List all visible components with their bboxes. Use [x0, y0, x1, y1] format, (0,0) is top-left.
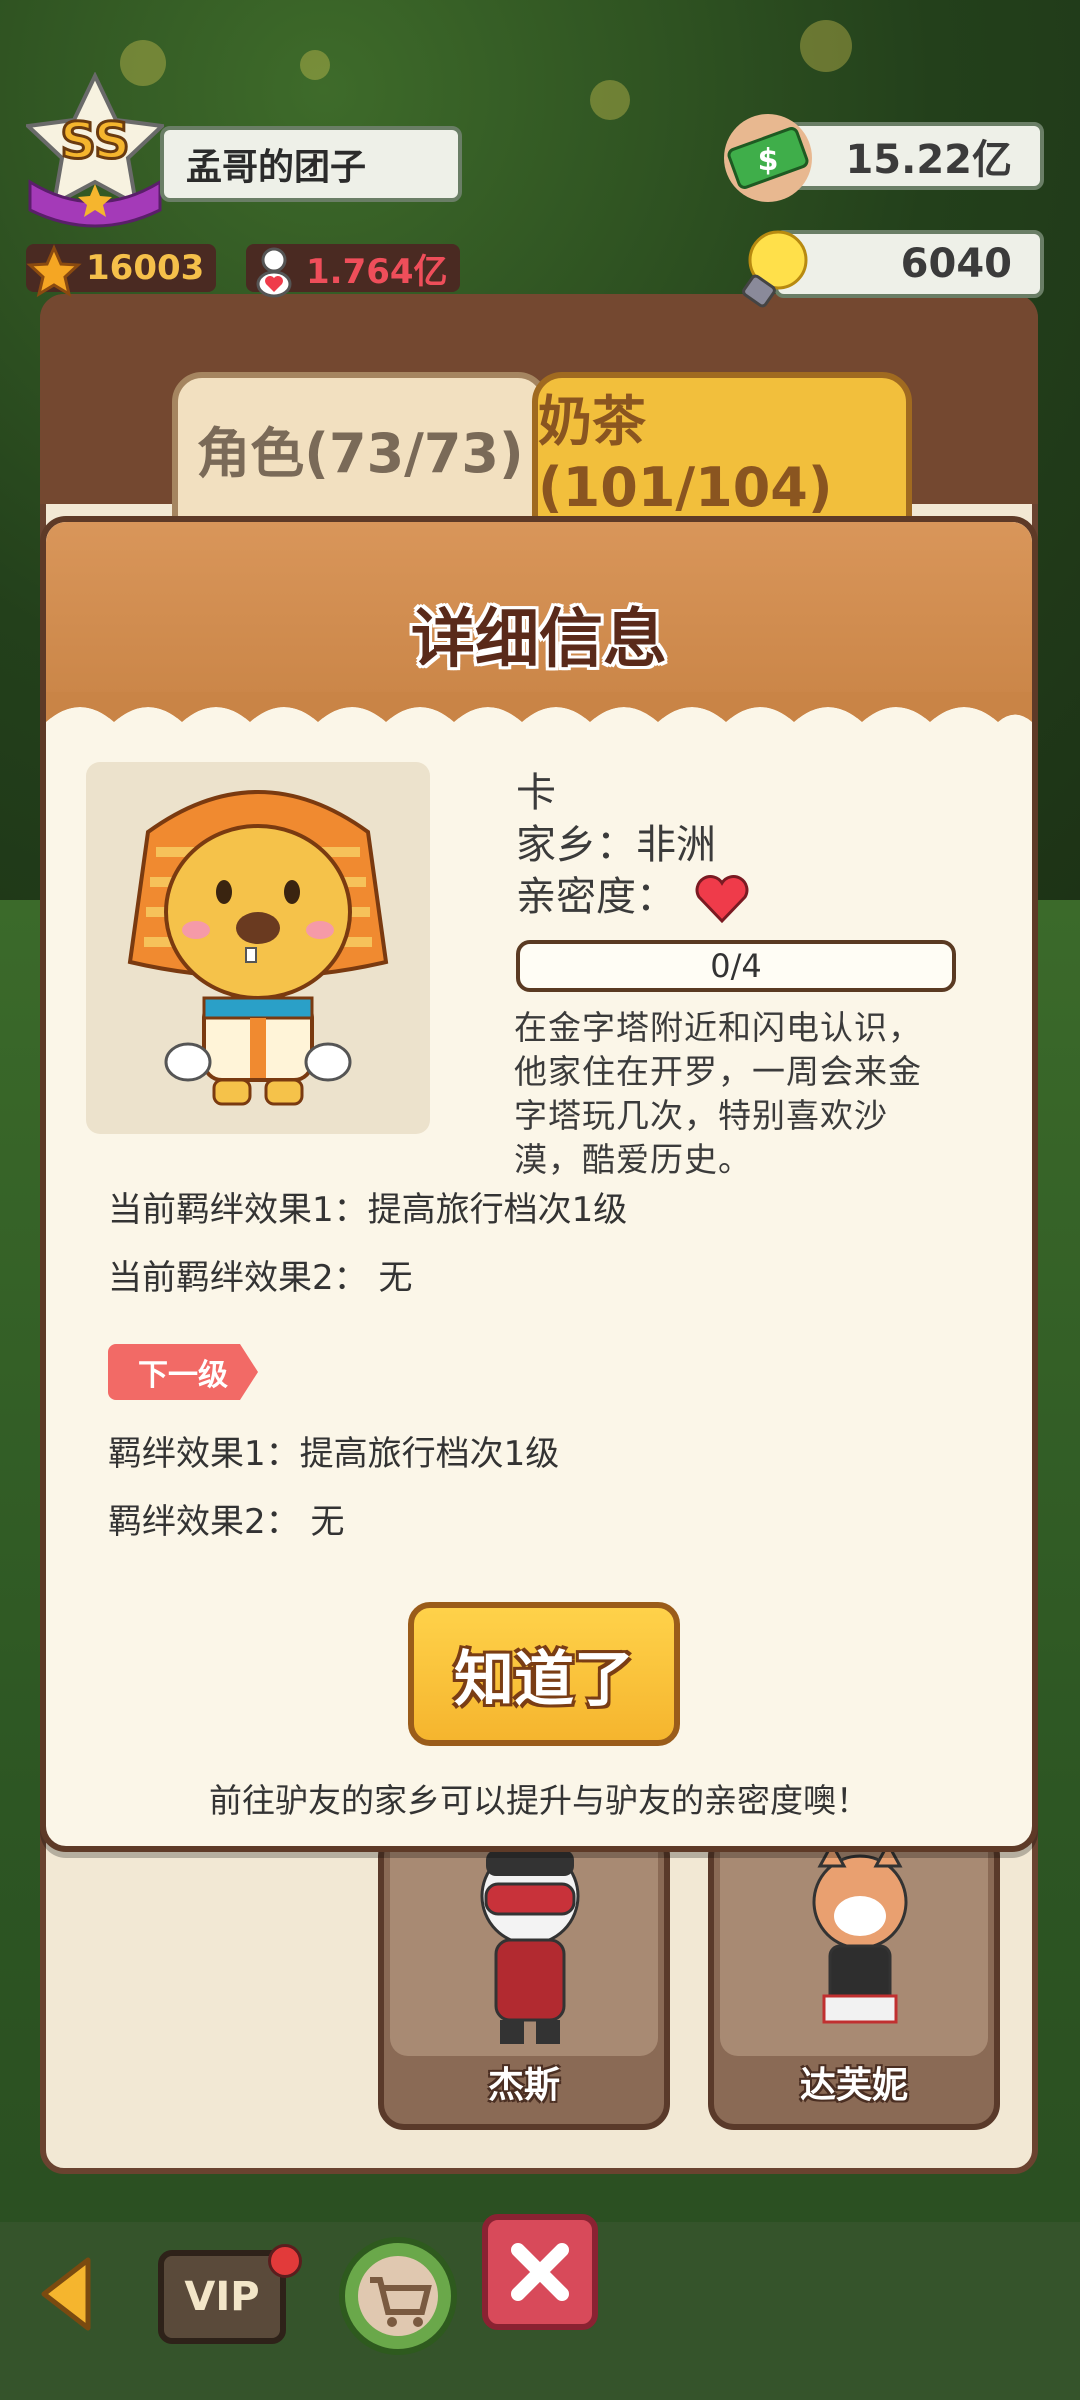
cash-icon: $ — [724, 114, 812, 202]
intimacy-row: 亲密度： — [516, 864, 751, 925]
got-it-button[interactable]: 知道了 — [408, 1602, 680, 1746]
player-name-box: 孟哥的团子 — [160, 126, 462, 202]
svg-text:$: $ — [758, 143, 779, 178]
bio-line: 漠，酷爱历史。 — [514, 1140, 752, 1179]
character-portrait — [86, 762, 430, 1134]
vip-label: VIP — [184, 2274, 260, 2320]
light-spot — [800, 20, 852, 72]
stars-stat: 16003 — [26, 240, 217, 298]
pharaoh-lion-icon — [127, 790, 389, 1106]
modal-title: 详细信息 — [411, 603, 667, 677]
card-name: 达芙妮 — [799, 2065, 908, 2106]
ideas-amount: 6040 — [900, 241, 1012, 287]
intimacy-progress-text: 0/4 — [710, 947, 762, 985]
shop-cart-icon[interactable] — [336, 2232, 460, 2362]
fans-pill: 1.764亿 — [246, 244, 460, 298]
notification-dot — [268, 2244, 302, 2278]
bio-line: 在金字塔附近和闪电认识， — [514, 1008, 922, 1047]
rank-label: SS — [60, 112, 130, 170]
intimacy-progress-bar: 0/4 — [516, 940, 956, 992]
rank-badge-icon[interactable]: SS — [26, 72, 164, 232]
heart-icon — [695, 875, 749, 924]
light-spot — [300, 50, 330, 80]
star-icon — [26, 244, 82, 298]
lightbulb-icon — [742, 230, 808, 308]
detail-modal: 详细信息 卡 家乡：非洲 亲密度： 0/4 在金字塔附近和闪电认识， 他家住在开… — [40, 516, 1038, 1852]
current-bond-effect-2: 当前羁绊效果2： 无 — [108, 1258, 413, 1298]
tab-milk-tea-label: 奶茶(101/104) — [538, 390, 833, 519]
next-level-tag: 下一级 — [108, 1344, 258, 1400]
bio-line: 字塔玩几次，特别喜欢沙 — [514, 1096, 888, 1135]
player-name: 孟哥的团子 — [186, 147, 367, 188]
next-bond-effect-2: 羁绊效果2： 无 — [108, 1502, 345, 1542]
close-icon — [511, 2243, 569, 2301]
fans-stat: 1.764亿 — [246, 240, 460, 298]
card-portrait-area — [720, 1836, 988, 2056]
modal-header-wave — [46, 692, 1032, 752]
light-spot — [590, 80, 630, 120]
tab-roles-label: 角色(73/73) — [196, 421, 524, 485]
character-bio: 在金字塔附近和闪电认识， 他家住在开罗，一周会来金 字塔玩几次，特别喜欢沙 漠，… — [514, 1006, 966, 1182]
stars-pill: 16003 — [26, 244, 217, 298]
intimacy-label: 亲密度： — [516, 874, 676, 920]
next-bond-effect-1: 羁绊效果1：提高旅行档次1级 — [108, 1434, 560, 1474]
vip-button[interactable]: VIP — [158, 2250, 286, 2344]
character-name: 卡 — [516, 770, 556, 816]
character-hometown: 家乡：非洲 — [516, 822, 716, 868]
cash-display[interactable]: 15.22亿 — [774, 122, 1044, 190]
bio-line: 他家住在开罗，一周会来金 — [514, 1052, 922, 1091]
current-bond-effect-1: 当前羁绊效果1：提高旅行档次1级 — [108, 1190, 628, 1230]
card-portrait-area — [390, 1836, 658, 2056]
character-card[interactable]: 达芙妮 — [708, 1830, 1000, 2130]
fan-heart-icon — [256, 247, 292, 298]
panda-character-icon — [480, 1846, 580, 2044]
close-button[interactable] — [482, 2214, 598, 2330]
back-arrow-icon[interactable] — [32, 2254, 102, 2334]
red-panda-character-icon — [812, 1840, 908, 2024]
tab-roles[interactable]: 角色(73/73) — [172, 372, 548, 524]
tab-milk-tea[interactable]: 奶茶(101/104) — [532, 372, 912, 524]
cash-amount: 15.22亿 — [845, 137, 1012, 183]
intimacy-hint: 前往驴友的家乡可以提升与驴友的亲密度噢！ — [209, 1781, 869, 1820]
card-name: 杰斯 — [487, 2065, 560, 2106]
character-card[interactable]: 杰斯 — [378, 1830, 670, 2130]
